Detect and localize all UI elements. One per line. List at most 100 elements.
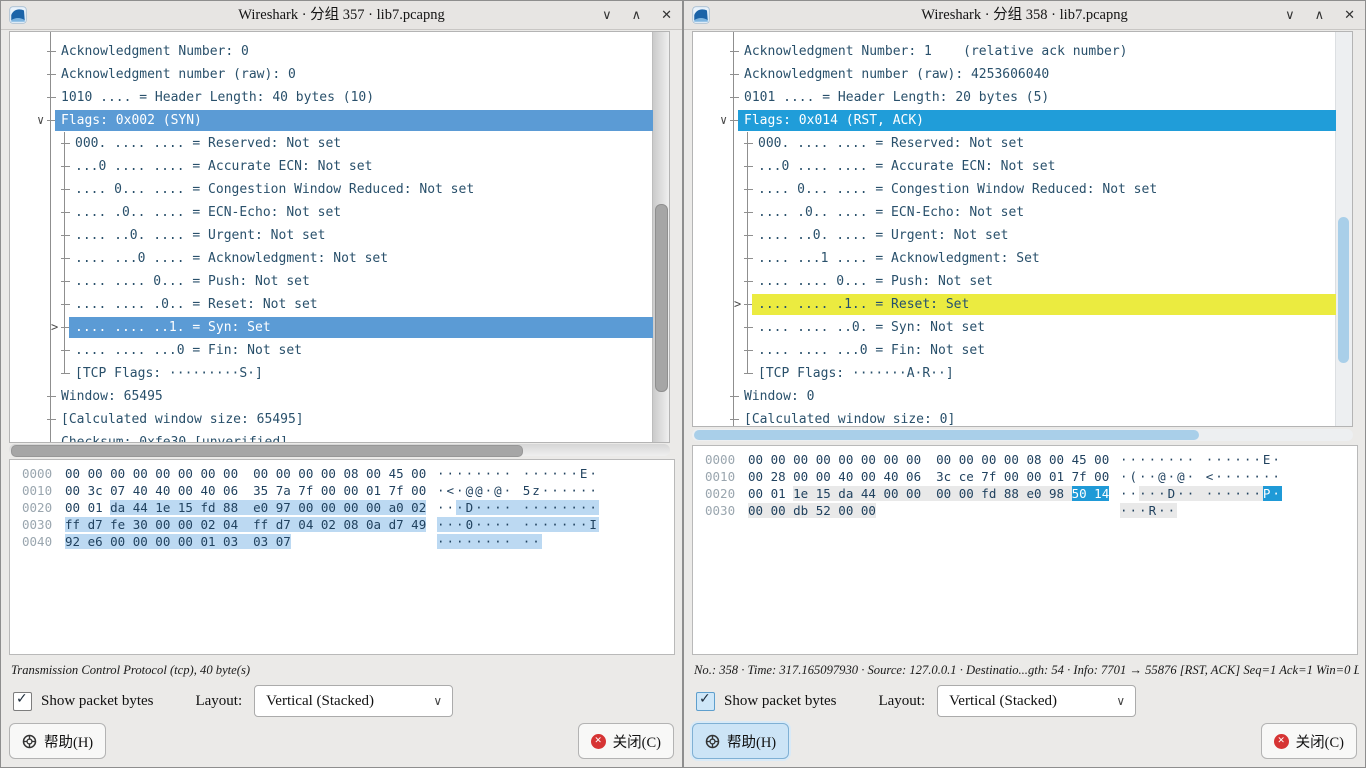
chevron-collapsed-icon[interactable]: > xyxy=(51,316,58,339)
tree-row[interactable]: Acknowledgment Number: 1 (relative ack n… xyxy=(693,40,1336,63)
tree-row[interactable]: .... ...0 .... = Acknowledgment: Not set xyxy=(10,247,653,270)
hex-ascii: ···D···· ········ xyxy=(437,499,599,516)
tree-row[interactable]: [TCP Flags: ·········S·] xyxy=(10,362,653,385)
tree-row[interactable]: .... .... ...0 = Fin: Not set xyxy=(10,339,653,362)
tree-row[interactable]: ∨Flags: 0x014 (RST, ACK) xyxy=(693,109,1336,132)
tree-row-text: .... ...0 .... = Acknowledgment: Not set xyxy=(69,248,653,269)
tree-row[interactable]: >.... .... ..1. = Syn: Set xyxy=(10,316,653,339)
minimize-icon[interactable]: ∨ xyxy=(602,8,612,23)
tree-row[interactable]: ...0 .... .... = Accurate ECN: Not set xyxy=(693,155,1336,178)
hex-bytes: 00 3c 07 40 40 00 40 06 35 7a 7f 00 00 0… xyxy=(65,482,437,499)
hex-row[interactable]: 000000 00 00 00 00 00 00 00 00 00 00 00 … xyxy=(705,451,1357,468)
close-button[interactable]: ✕ 关闭(C) xyxy=(578,723,674,759)
hex-row[interactable]: 002000 01 1e 15 da 44 00 00 00 00 fd 88 … xyxy=(705,485,1357,502)
close-button[interactable]: ✕ 关闭(C) xyxy=(1261,723,1357,759)
vertical-scrollbar[interactable] xyxy=(1335,32,1352,426)
scrollbar-thumb[interactable] xyxy=(655,204,668,392)
maximize-icon[interactable]: ∧ xyxy=(1315,8,1325,23)
packet-detail-tree: Acknowledgment Number: 0Acknowledgment n… xyxy=(10,32,653,442)
tree-row[interactable]: 1010 .... = Header Length: 40 bytes (10) xyxy=(10,86,653,109)
packet-bytes-pane: 000000 00 00 00 00 00 00 00 00 00 00 00 … xyxy=(9,459,675,655)
tree-row-text: 0101 .... = Header Length: 20 bytes (5) xyxy=(738,87,1336,108)
layout-dropdown[interactable]: Vertical (Stacked) ∨ xyxy=(937,685,1136,717)
help-button-label: 帮助(H) xyxy=(727,731,776,752)
vertical-scrollbar[interactable] xyxy=(652,32,669,442)
help-button[interactable]: 帮助(H) xyxy=(692,723,789,759)
hex-row[interactable]: 001000 28 00 00 40 00 40 06 3c ce 7f 00 … xyxy=(705,468,1357,485)
tree-row[interactable]: [TCP Flags: ·······A·R··] xyxy=(693,362,1336,385)
maximize-icon[interactable]: ∧ xyxy=(632,8,642,23)
tree-row[interactable]: .... ..0. .... = Urgent: Not set xyxy=(693,224,1336,247)
help-button[interactable]: 帮助(H) xyxy=(9,723,106,759)
scrollbar-thumb[interactable] xyxy=(1338,217,1349,363)
show-packet-bytes-checkbox[interactable] xyxy=(696,692,715,711)
hex-row[interactable]: 0030ff d7 fe 30 00 00 02 04 ff d7 04 02 … xyxy=(22,516,674,533)
tree-row[interactable]: Window: 0 xyxy=(693,385,1336,408)
show-packet-bytes-checkbox[interactable] xyxy=(13,692,32,711)
tree-row[interactable]: .... .... ...0 = Fin: Not set xyxy=(693,339,1336,362)
close-icon[interactable]: ✕ xyxy=(1344,8,1355,23)
horizontal-scrollbar[interactable] xyxy=(692,429,1353,441)
tree-row[interactable]: 0101 .... = Header Length: 20 bytes (5) xyxy=(693,86,1336,109)
tree-row[interactable]: [Calculated window size: 65495] xyxy=(10,408,653,431)
tree-row[interactable]: ∨Flags: 0x002 (SYN) xyxy=(10,109,653,132)
packet-detail-pane: Acknowledgment Number: 1 (relative ack n… xyxy=(692,31,1353,427)
tree-row[interactable]: .... ..0. .... = Urgent: Not set xyxy=(10,224,653,247)
tree-row[interactable]: 000. .... .... = Reserved: Not set xyxy=(10,132,653,155)
hex-bytes: 00 28 00 00 40 00 40 06 3c ce 7f 00 00 0… xyxy=(748,468,1120,485)
tree-row[interactable]: >.... .... .1.. = Reset: Set xyxy=(693,293,1336,316)
tree-row[interactable]: .... .0.. .... = ECN-Echo: Not set xyxy=(693,201,1336,224)
titlebar[interactable]: Wireshark · 分组 357 · lib7.pcapng ∨ ∧ ✕ xyxy=(1,1,682,30)
hex-dump: 000000 00 00 00 00 00 00 00 00 00 00 00 … xyxy=(10,460,674,550)
tree-row-text: [Calculated window size: 0] xyxy=(738,409,1336,427)
hex-bytes: 00 00 00 00 00 00 00 00 00 00 00 00 08 0… xyxy=(748,451,1120,468)
tree-row[interactable]: .... .... ..0. = Syn: Not set xyxy=(693,316,1336,339)
tree-row[interactable]: .... .... 0... = Push: Not set xyxy=(10,270,653,293)
horizontal-scrollbar[interactable] xyxy=(9,444,670,456)
layout-dropdown[interactable]: Vertical (Stacked) ∨ xyxy=(254,685,453,717)
hex-row[interactable]: 003000 00 db 52 00 00···R·· xyxy=(705,502,1357,519)
tree-row[interactable]: [Calculated window size: 0] xyxy=(693,408,1336,427)
tree-row[interactable]: Checksum: 0xfe30 [unverified] xyxy=(10,431,653,443)
hex-row[interactable]: 004092 e6 00 00 00 00 01 03 03 07·······… xyxy=(22,533,674,550)
hex-row[interactable]: 000000 00 00 00 00 00 00 00 00 00 00 00 … xyxy=(22,465,674,482)
hex-ascii: ········ ·· xyxy=(437,533,542,550)
tree-row[interactable]: .... ...1 .... = Acknowledgment: Set xyxy=(693,247,1336,270)
scrollbar-thumb[interactable] xyxy=(11,445,523,457)
tree-row-text: 000. .... .... = Reserved: Not set xyxy=(69,133,653,154)
hex-offset: 0000 xyxy=(22,465,56,482)
tree-row-text: .... ..0. .... = Urgent: Not set xyxy=(69,225,653,246)
hex-offset: 0030 xyxy=(22,516,56,533)
hex-ascii: ·····D·· ······P· xyxy=(1120,485,1282,502)
tree-row-text: .... ...1 .... = Acknowledgment: Set xyxy=(752,248,1336,269)
close-icon[interactable]: ✕ xyxy=(661,8,672,23)
tree-row-text: .... .... ...0 = Fin: Not set xyxy=(752,340,1336,361)
tree-row-text: .... 0... .... = Congestion Window Reduc… xyxy=(69,179,653,200)
tree-row-text: Window: 0 xyxy=(738,386,1336,407)
tree-row[interactable]: Acknowledgment Number: 0 xyxy=(10,40,653,63)
chevron-expanded-icon[interactable]: ∨ xyxy=(720,109,727,132)
chevron-expanded-icon[interactable]: ∨ xyxy=(37,109,44,132)
tree-row-text: [TCP Flags: ·······A·R··] xyxy=(752,363,1336,384)
tree-row[interactable]: .... .... 0... = Push: Not set xyxy=(693,270,1336,293)
tree-row[interactable]: Acknowledgment number (raw): 0 xyxy=(10,63,653,86)
tree-row-text: 000. .... .... = Reserved: Not set xyxy=(752,133,1336,154)
tree-row[interactable]: .... .... .0.. = Reset: Not set xyxy=(10,293,653,316)
titlebar[interactable]: Wireshark · 分组 358 · lib7.pcapng ∨ ∧ ✕ xyxy=(684,1,1365,30)
tree-row[interactable]: Window: 65495 xyxy=(10,385,653,408)
tree-row[interactable]: Acknowledgment number (raw): 4253606040 xyxy=(693,63,1336,86)
tree-row-text: 1010 .... = Header Length: 40 bytes (10) xyxy=(55,87,653,108)
tree-row[interactable]: 000. .... .... = Reserved: Not set xyxy=(693,132,1336,155)
minimize-icon[interactable]: ∨ xyxy=(1285,8,1295,23)
wireshark-packet-window-357: Wireshark · 分组 357 · lib7.pcapng ∨ ∧ ✕ A… xyxy=(0,0,683,768)
tree-row[interactable]: .... 0... .... = Congestion Window Reduc… xyxy=(693,178,1336,201)
tree-row[interactable]: .... .0.. .... = ECN-Echo: Not set xyxy=(10,201,653,224)
chevron-collapsed-icon[interactable]: > xyxy=(734,293,741,316)
hex-row[interactable]: 001000 3c 07 40 40 00 40 06 35 7a 7f 00 … xyxy=(22,482,674,499)
layout-label: Layout: xyxy=(195,693,242,710)
close-circle-icon: ✕ xyxy=(591,734,606,749)
hex-row[interactable]: 002000 01 da 44 1e 15 fd 88 e0 97 00 00 … xyxy=(22,499,674,516)
tree-row[interactable]: ...0 .... .... = Accurate ECN: Not set xyxy=(10,155,653,178)
scrollbar-thumb[interactable] xyxy=(694,430,1199,440)
tree-row[interactable]: .... 0... .... = Congestion Window Reduc… xyxy=(10,178,653,201)
